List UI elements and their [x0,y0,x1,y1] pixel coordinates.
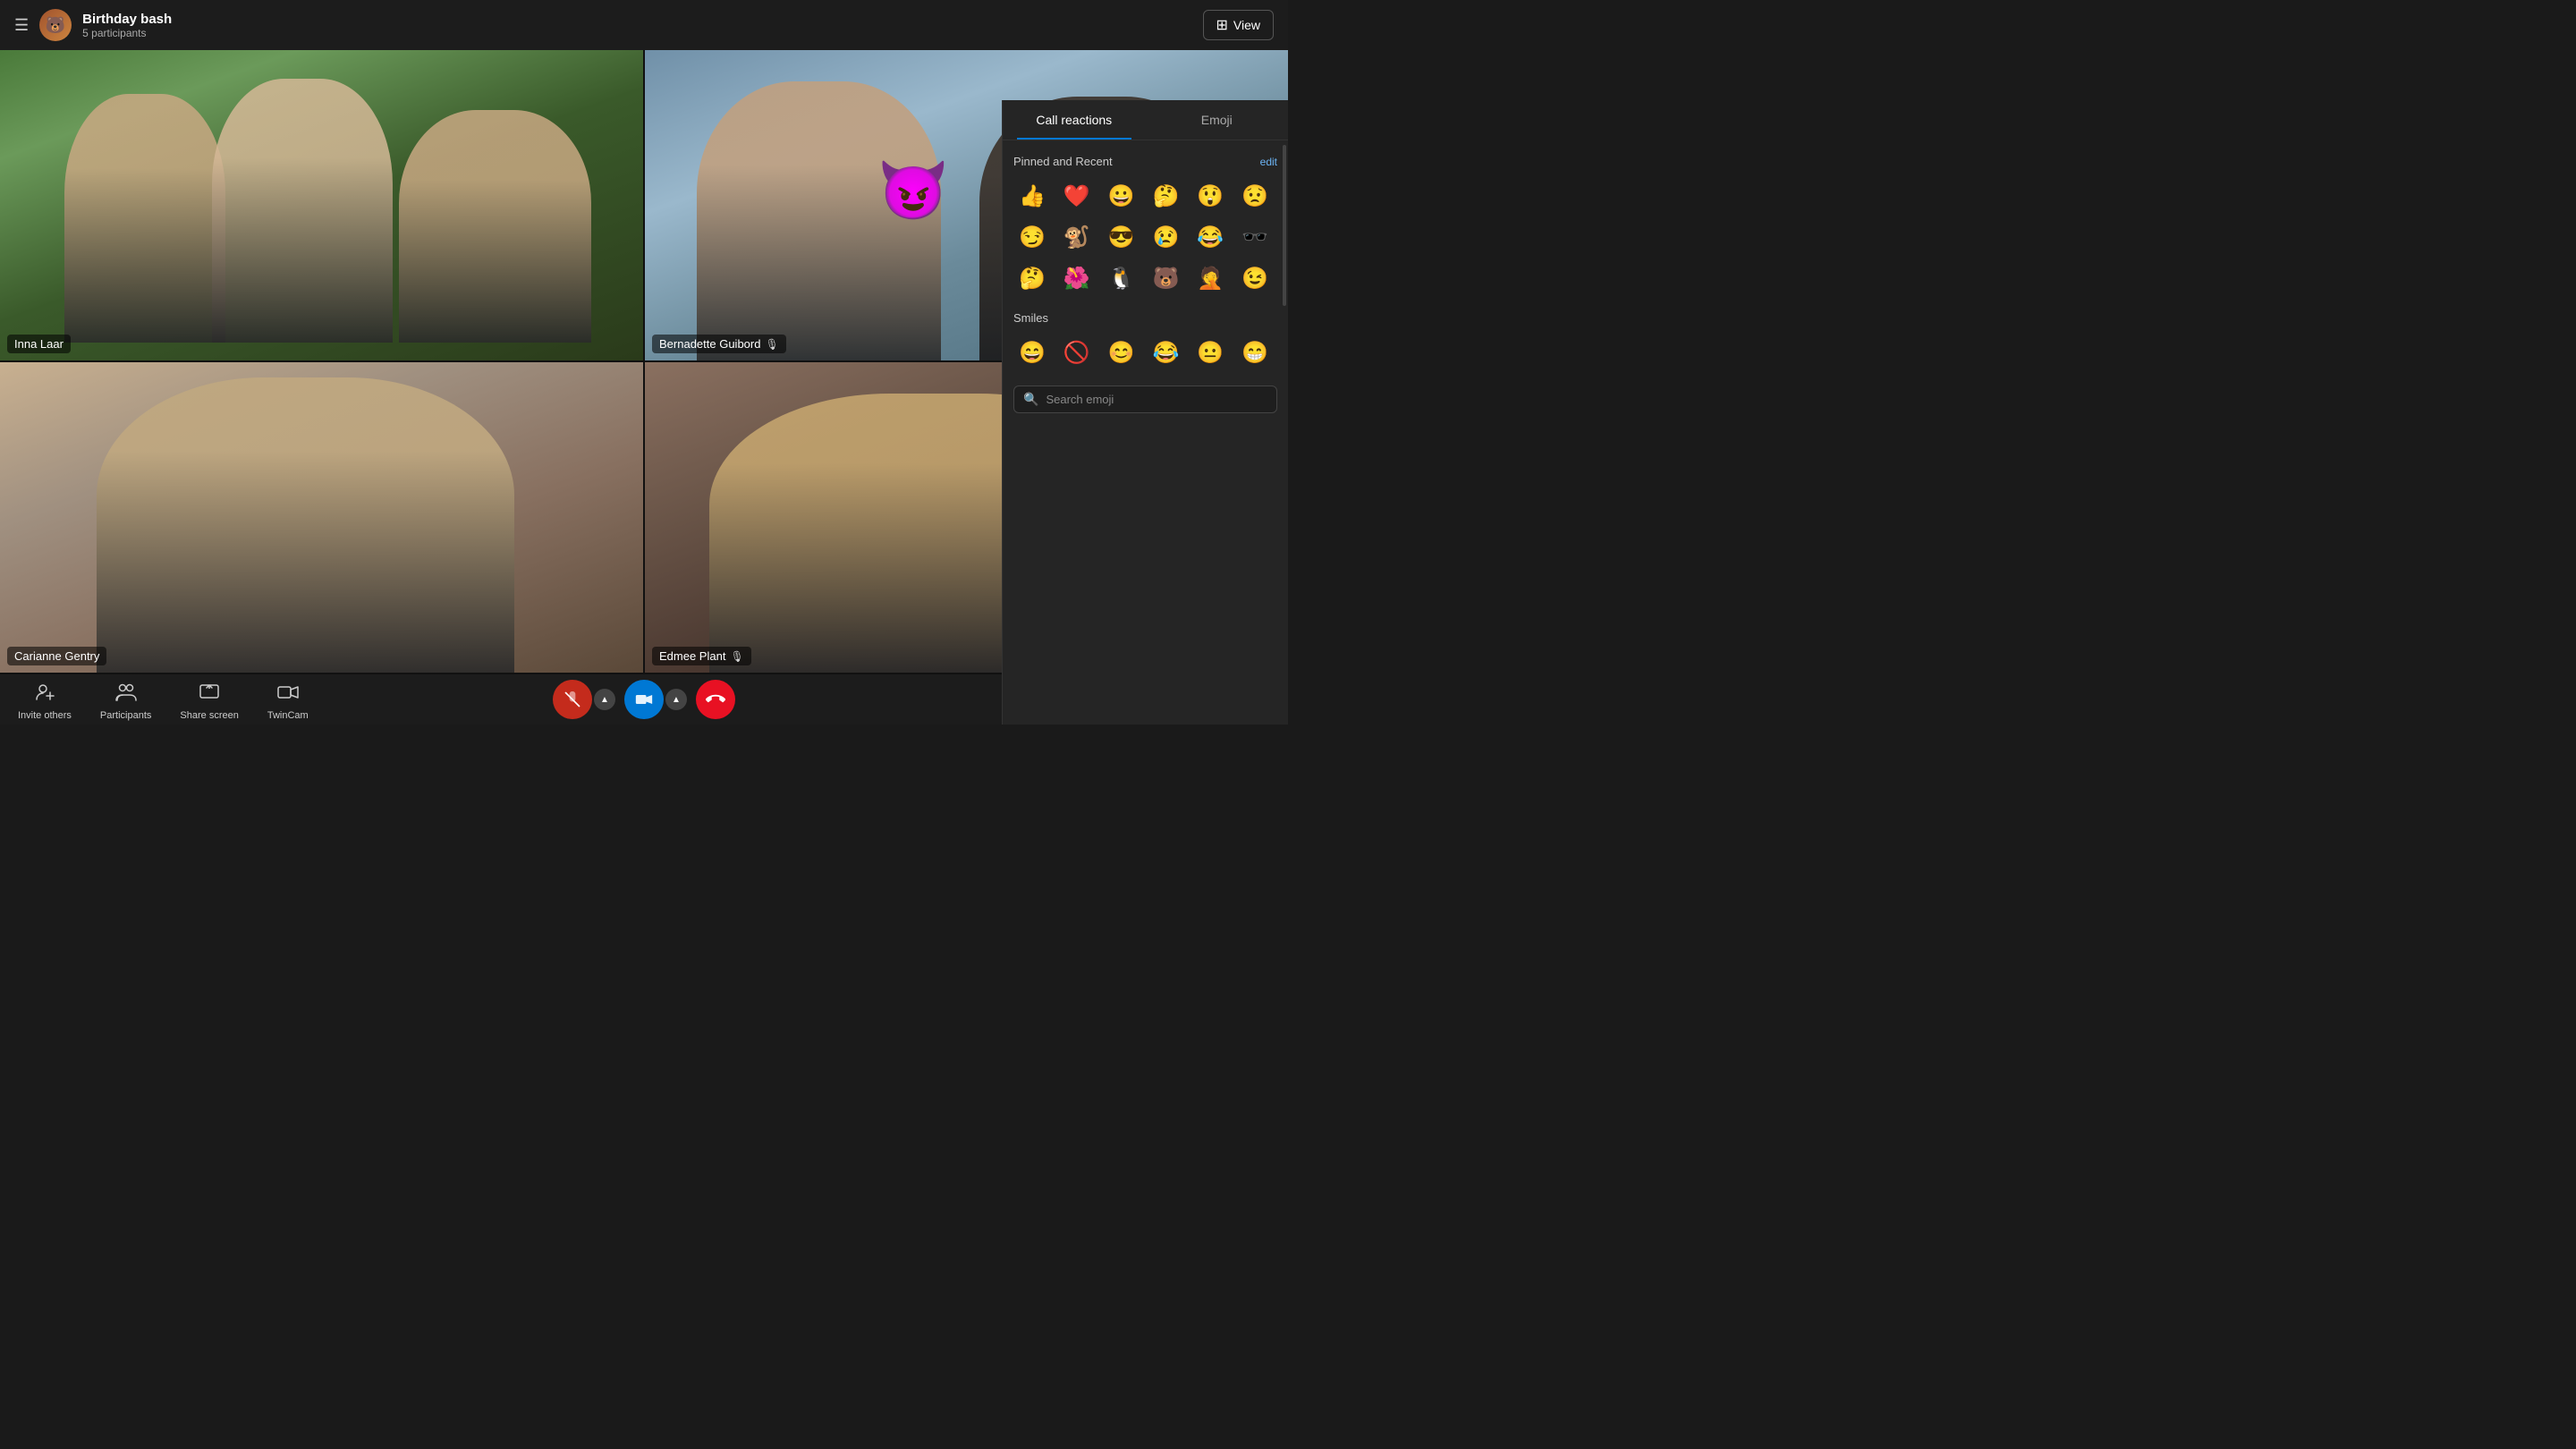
call-title: Birthday bash [82,12,1191,27]
top-bar: ☰ 🐻 Birthday bash 5 participants ⊞ View [0,0,1288,50]
twincam-button[interactable]: TwinCam [267,678,309,721]
emoji-thumbsup[interactable]: 👍 [1013,177,1051,215]
emoji-worried[interactable]: 😟 [1236,177,1274,215]
search-emoji-icon: 🔍 [1023,392,1038,407]
emoji-smile[interactable]: 😊 [1103,334,1140,371]
video-chevron[interactable]: ▲ [665,689,687,710]
label-edmee: Edmee Plant 🎙 [652,647,751,665]
emoji-rofl[interactable]: 😂 [1147,334,1184,371]
reactions-panel: Call reactions Emoji Pinned and Recent e… [1002,100,1288,724]
mic-edmee-icon: 🎙 [730,650,743,663]
label-inna: Inna Laar [7,335,71,353]
reactions-tabs: Call reactions Emoji [1003,100,1288,140]
emoji-surprised[interactable]: 😲 [1191,177,1229,215]
emoji-cool[interactable]: 😎 [1103,218,1140,256]
emoji-cry[interactable]: 😢 [1147,218,1184,256]
tab-call-reactions[interactable]: Call reactions [1003,100,1146,140]
invite-icon [30,678,59,707]
call-info: Birthday bash 5 participants [82,12,1191,39]
smiles-emoji-grid: 😄 🚫 😊 😂 😐 😁 [1013,334,1277,371]
video-button[interactable] [624,680,664,719]
participants-button[interactable]: Participants [100,678,151,721]
view-label: View [1233,18,1260,32]
smiles-section-title: Smiles [1013,311,1048,325]
reactions-content[interactable]: Pinned and Recent edit 👍 ❤️ 😀 🤔 😲 😟 😏 🐒 … [1003,140,1288,724]
emoji-laugh[interactable]: 😂 [1191,218,1229,256]
emoji-neutral[interactable]: 😐 [1191,334,1229,371]
emoji-grin[interactable]: 😀 [1103,177,1140,215]
pinned-section-header: Pinned and Recent edit [1013,155,1277,168]
emoji-think2[interactable]: 🤔 [1013,259,1051,297]
bottom-center-controls: ▲ ▲ [553,680,735,719]
pinned-section-title: Pinned and Recent [1013,155,1113,168]
emoji-flower[interactable]: 🌺 [1058,259,1096,297]
twincam-label: TwinCam [267,710,309,721]
share-screen-icon [195,678,224,707]
video-cell-carianne: Carianne Gentry [0,362,643,673]
video-group: ▲ [624,680,687,719]
invite-others-button[interactable]: Invite others [18,678,72,721]
share-screen-button[interactable]: Share screen [180,678,238,721]
emoji-no[interactable]: 🚫 [1058,334,1096,371]
emoji-smirk[interactable]: 😏 [1013,218,1051,256]
emoji-grinning[interactable]: 😄 [1013,334,1051,371]
invite-label: Invite others [18,710,72,721]
mic-group: ▲ [553,680,615,719]
label-carianne: Carianne Gentry [7,647,106,665]
emoji-wink[interactable]: 😉 [1236,259,1274,297]
participants-label: Participants [100,710,151,721]
pinned-emoji-grid: 👍 ❤️ 😀 🤔 😲 😟 😏 🐒 😎 😢 😂 🕶️ 🤔 🌺 🐧 🐻 🤦 😉 [1013,177,1277,297]
smiles-section-header: Smiles [1013,311,1277,325]
emoji-monkey[interactable]: 🐒 [1058,218,1096,256]
emoji-beam[interactable]: 😁 [1236,334,1274,371]
video-cell-inna: Inna Laar [0,50,643,360]
emoji-search-input[interactable] [1046,393,1267,406]
floating-reaction-emoji: 😈 [877,157,949,225]
mic-chevron[interactable]: ▲ [594,689,615,710]
emoji-penguin[interactable]: 🐧 [1103,259,1140,297]
scrollbar-track [1283,145,1286,306]
avatar: 🐻 [39,9,72,41]
twincam-icon [274,678,302,707]
emoji-search-bar[interactable]: 🔍 [1013,386,1277,413]
label-bernadette: Bernadette Guibord 🎙 [652,335,786,353]
bottom-left-controls: Invite others Participants [18,678,309,721]
emoji-heart[interactable]: ❤️ [1058,177,1096,215]
mute-button[interactable] [553,680,592,719]
view-button[interactable]: ⊞ View [1203,10,1275,40]
mic-on-icon: 🎙 [765,338,778,351]
share-screen-label: Share screen [180,710,238,721]
emoji-facepalm[interactable]: 🤦 [1191,259,1229,297]
emoji-sunglasses[interactable]: 🕶️ [1236,218,1274,256]
participants-icon [112,678,140,707]
menu-icon[interactable]: ☰ [14,16,29,35]
tab-emoji[interactable]: Emoji [1146,100,1289,140]
edit-pinned-link[interactable]: edit [1260,156,1277,168]
emoji-bear[interactable]: 🐻 [1147,259,1184,297]
call-participants: 5 participants [82,27,1191,39]
end-call-button[interactable] [696,680,735,719]
emoji-thinking[interactable]: 🤔 [1147,177,1184,215]
